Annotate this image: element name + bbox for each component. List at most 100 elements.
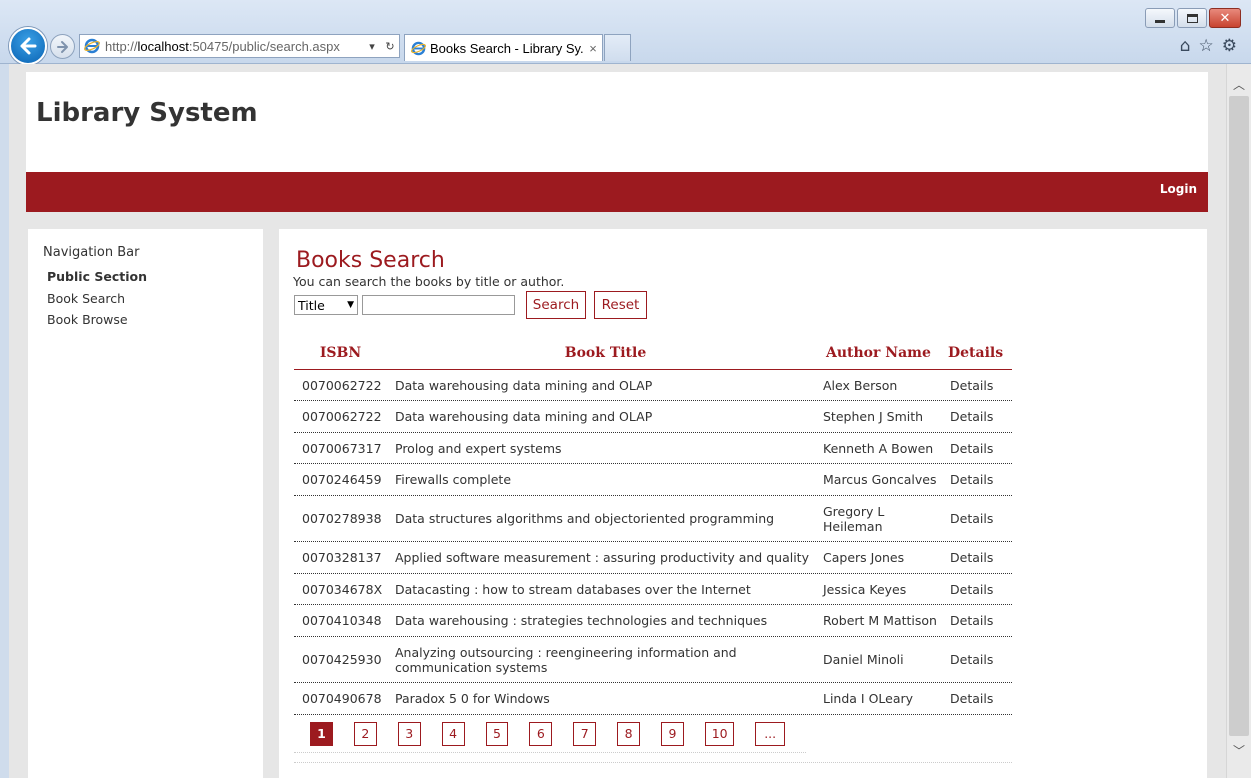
tab-close-icon[interactable]: × <box>584 41 602 56</box>
close-icon: ✕ <box>1219 10 1231 26</box>
cell-author: Alex Berson <box>823 377 898 393</box>
header-book-title[interactable]: Book Title <box>387 345 816 361</box>
browser-chrome: ✕ http://localhost:50475/public/search.a… <box>0 0 1251 65</box>
page-button[interactable]: 1 <box>310 721 333 746</box>
page-button[interactable]: 6 <box>529 721 553 746</box>
browser-toolbar-icons: ⌂ ☆ ⚙ <box>1180 36 1237 56</box>
address-dropdown-icon[interactable]: ▾ <box>363 40 381 53</box>
page-description: You can search the books by title or aut… <box>293 274 565 289</box>
cell-title: Paradox 5 0 for Windows <box>395 691 550 706</box>
cell-author: Linda I OLeary <box>823 691 914 706</box>
table-row: 007034678X Datacasting : how to stream da… <box>294 574 1012 605</box>
table-row: 0070062722 Data warehousing data mining a… <box>294 401 1012 433</box>
url-host: localhost <box>137 38 189 54</box>
vertical-scrollbar[interactable]: ︿ ﹀ <box>1226 64 1251 778</box>
table-footer-divider <box>294 753 1012 763</box>
search-button[interactable]: Search <box>526 291 586 319</box>
forward-arrow-icon <box>56 40 68 53</box>
forward-button[interactable] <box>50 34 75 59</box>
url-path: :50475/public/search.aspx <box>188 38 340 54</box>
tab-books-search[interactable]: Books Search - Library Sy... × <box>404 34 603 61</box>
ie-tab-icon <box>411 41 426 55</box>
cell-title: Applied software measurement : assuring … <box>395 550 809 565</box>
minimize-button[interactable] <box>1145 8 1175 28</box>
cell-title: Data structures algorithms and objectori… <box>395 511 775 526</box>
page-button[interactable]: 4 <box>441 721 465 746</box>
header-isbn[interactable]: ISBN <box>294 345 387 361</box>
table-row: 0070067317 Prolog and expert systems Kenne… <box>294 433 1012 464</box>
back-button[interactable] <box>9 27 47 65</box>
header-author-name[interactable]: Author Name <box>816 345 942 361</box>
scroll-down-icon[interactable]: ﹀ <box>1227 738 1251 762</box>
address-bar[interactable]: http://localhost:50475/public/search.asp… <box>79 34 400 58</box>
favorites-star-icon[interactable]: ☆ <box>1199 36 1214 56</box>
cell-title: Data warehousing data mining and OLAP <box>395 377 653 393</box>
results-table: ISBN Book Title Author Name Details 0070… <box>294 336 1012 763</box>
details-link[interactable]: Details <box>942 511 1012 526</box>
site-title: Library System <box>36 98 258 128</box>
maximize-button[interactable] <box>1177 8 1207 28</box>
page-button[interactable]: 5 <box>485 721 509 746</box>
page-button[interactable]: 2 <box>353 721 377 746</box>
table-row: 0070278938 Data structures algorithms and… <box>294 496 1012 542</box>
page-button[interactable]: 8 <box>617 721 640 746</box>
sidebar-item-public-section[interactable]: Public Section <box>47 269 147 291</box>
scroll-up-icon[interactable]: ︿ <box>1227 72 1251 96</box>
cell-isbn: 0070062722 <box>302 409 382 424</box>
settings-gear-icon[interactable]: ⚙ <box>1222 36 1237 56</box>
new-tab-button[interactable] <box>604 34 631 61</box>
cell-author: Daniel Minoli <box>823 652 904 667</box>
table-row: 0070410348 Data warehousing : strategies … <box>294 605 1012 637</box>
search-input[interactable] <box>362 295 515 315</box>
details-link[interactable]: Details <box>942 550 1012 565</box>
sidebar-item-book-search[interactable]: Book Search <box>47 291 147 313</box>
main-content: Books Search You can search the books by… <box>279 229 1207 778</box>
page-button[interactable]: 9 <box>661 721 684 746</box>
cell-isbn: 0070425930 <box>302 652 382 667</box>
cell-author: Jessica Keyes <box>823 581 907 597</box>
close-window-button[interactable]: ✕ <box>1209 8 1241 28</box>
details-link[interactable]: Details <box>942 582 1012 597</box>
cell-author: Robert M Mattison <box>823 613 937 628</box>
page-button[interactable]: 3 <box>397 721 421 746</box>
page-title: Books Search <box>296 248 445 273</box>
details-link[interactable]: Details <box>942 613 1012 628</box>
sidebar-item-book-browse[interactable]: Book Browse <box>47 312 147 334</box>
cell-isbn: 0070062722 <box>302 377 382 393</box>
minimize-icon <box>1155 19 1165 23</box>
refresh-icon[interactable]: ↻ <box>381 40 399 53</box>
cell-author: Gregory L Heileman <box>823 503 885 534</box>
cell-author: Stephen J Smith <box>823 409 924 424</box>
table-body: 0070062722 Data warehousing data mining a… <box>294 370 1012 715</box>
address-url[interactable]: http://localhost:50475/public/search.asp… <box>105 39 363 54</box>
table-row: 0070062722 Data warehousing data mining a… <box>294 370 1012 401</box>
sidebar: Navigation Bar Public Section Book Searc… <box>28 229 263 778</box>
search-form: Title ▼ Search Reset <box>294 291 647 319</box>
site-header: Library System <box>26 72 1208 172</box>
page-button[interactable]: 7 <box>573 721 597 746</box>
scroll-thumb[interactable] <box>1229 96 1249 736</box>
cell-isbn: 0070246459 <box>302 472 382 487</box>
home-icon[interactable]: ⌂ <box>1180 36 1191 56</box>
details-link[interactable]: Details <box>942 652 1012 667</box>
cell-isbn: 0070490678 <box>302 691 382 706</box>
reset-button[interactable]: Reset <box>594 291 647 319</box>
page-button[interactable]: 10 <box>704 721 735 746</box>
cell-title: Data warehousing : strategies technologi… <box>395 613 768 628</box>
page-more-button[interactable]: ... <box>755 721 785 746</box>
search-field-select[interactable]: Title ▼ <box>294 295 358 315</box>
url-prefix: http:// <box>105 38 138 54</box>
details-link[interactable]: Details <box>942 441 1012 456</box>
table-row: 0070425930 Analyzing outsourcing : reengi… <box>294 637 1012 683</box>
details-link[interactable]: Details <box>942 691 1012 706</box>
details-link[interactable]: Details <box>942 409 1012 424</box>
login-link[interactable]: Login <box>1160 182 1197 196</box>
details-link[interactable]: Details <box>942 378 1012 393</box>
details-link[interactable]: Details <box>942 472 1012 487</box>
page-viewport: Library System Login Navigation Bar Publ… <box>9 64 1226 778</box>
cell-title: Firewalls complete <box>395 472 512 487</box>
cell-isbn: 0070278938 <box>302 511 382 526</box>
cell-isbn: 007034678X <box>302 581 383 597</box>
cell-isbn: 0070328137 <box>302 550 382 565</box>
table-row: 0070490678 Paradox 5 0 for Windows Linda I… <box>294 683 1012 715</box>
